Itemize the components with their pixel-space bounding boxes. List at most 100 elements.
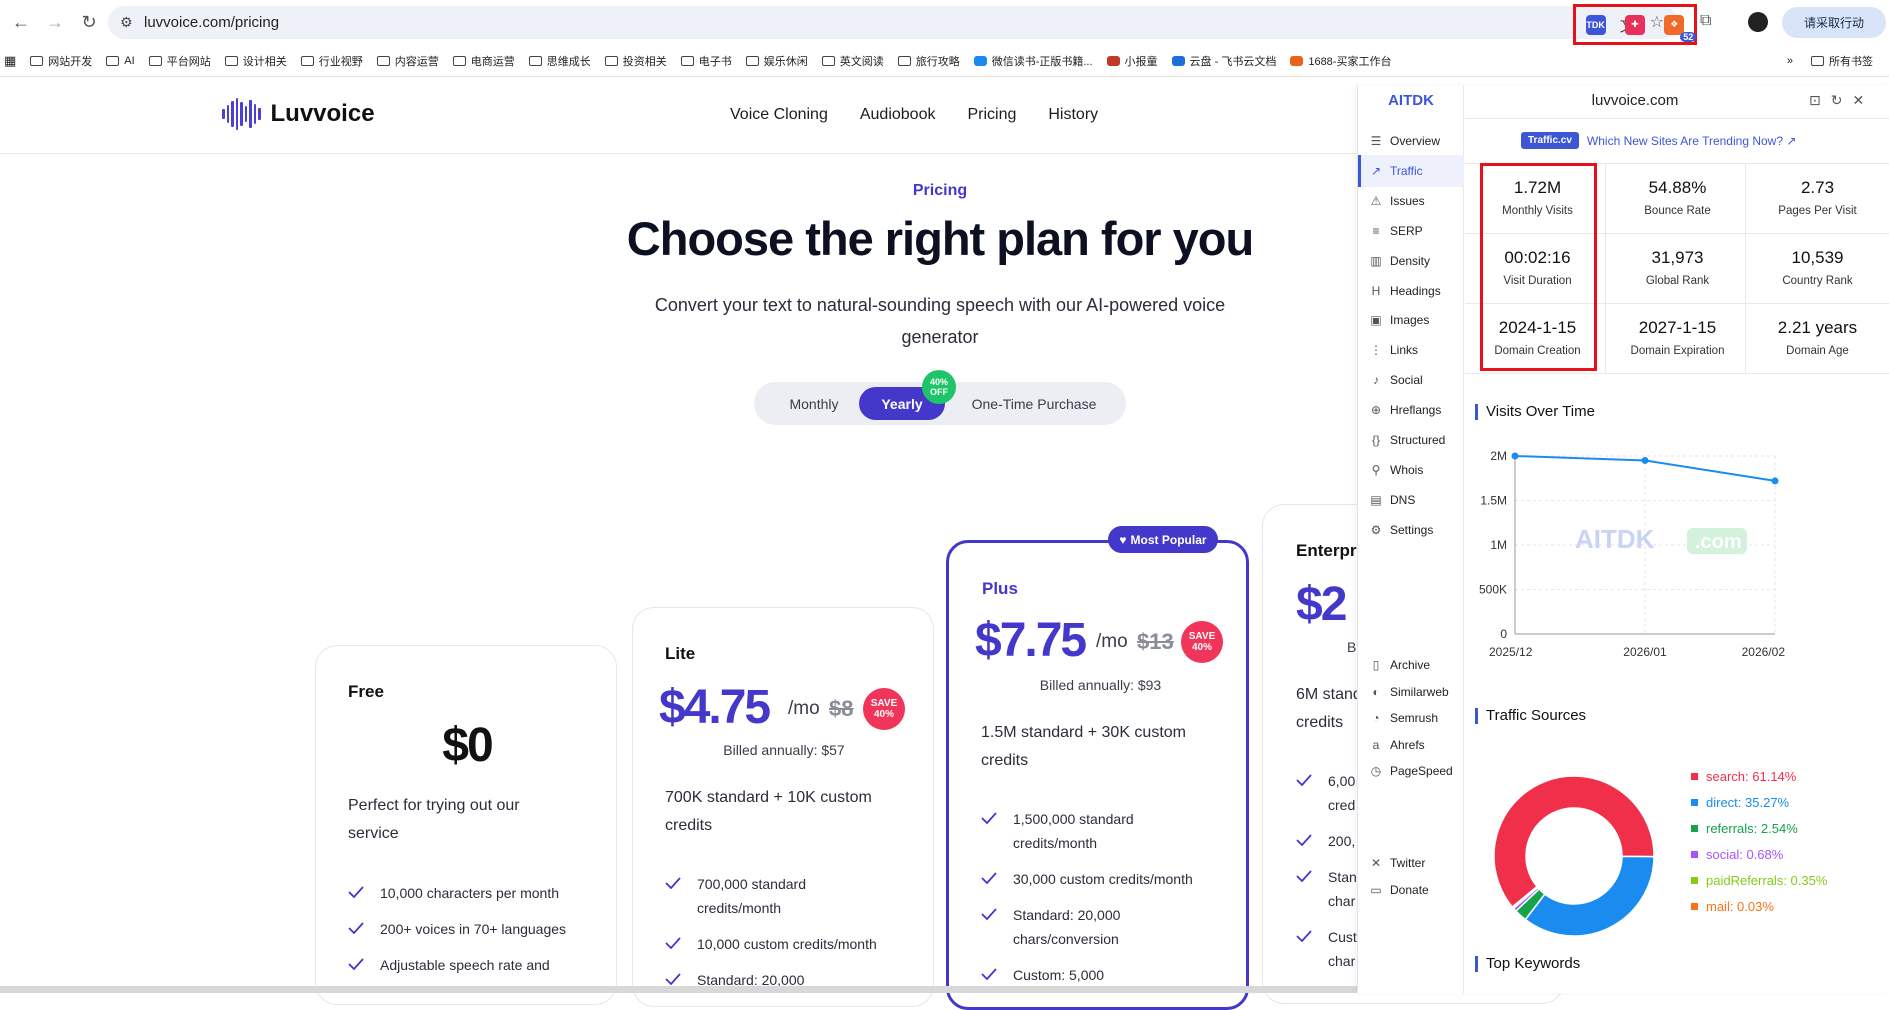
address-bar[interactable]: ⚙ luvvoice.com/pricing 文 ☆ — [108, 6, 1678, 39]
bookmarks-more[interactable]: » — [1787, 55, 1793, 67]
toggle-one-time[interactable]: One-Time Purchase — [954, 387, 1114, 420]
site-info-icon[interactable]: ⚙ — [120, 14, 133, 31]
bookmark-item[interactable]: 小报童 — [1106, 53, 1158, 69]
stat-bounce-rate: 54.88% Bounce Rate — [1610, 163, 1745, 233]
reload-icon[interactable]: ↻ — [76, 10, 102, 36]
legend-swatch — [1691, 825, 1698, 832]
panel-menu-serp[interactable]: ≡ SERP — [1358, 215, 1464, 247]
legend-swatch — [1691, 903, 1698, 910]
panel-menu-social[interactable]: ♪ Social — [1358, 364, 1464, 396]
legend-swatch — [1691, 799, 1698, 806]
feature-text: 10,000 custom credits/month — [697, 936, 877, 952]
stat-label: Global Rank — [1645, 275, 1710, 287]
y-tick-label: 1.5M — [1480, 494, 1507, 508]
donut-slice-direct[interactable] — [1524, 855, 1655, 937]
legend-mail: mail: 0.03% — [1691, 899, 1774, 914]
panel-domain: luvvoice.com — [1591, 92, 1679, 109]
feature-item: 1,500,000 standard credits/month — [981, 807, 1173, 855]
panel-menu-label: Settings — [1390, 522, 1434, 537]
bookmark-item[interactable]: 英文阅读 — [821, 53, 884, 69]
forward-icon[interactable]: → — [42, 10, 68, 36]
bookmark-item[interactable]: 娱乐休闲 — [745, 53, 808, 69]
stat-value: 2027-1-15 — [1638, 318, 1717, 337]
back-icon[interactable]: ← — [8, 10, 34, 36]
bookmark-item[interactable]: 云盘 - 飞书云文档 — [1171, 53, 1276, 69]
visits-line-chart: 0 500K 1M 1.5M 2M 2025/12 2026/01 2026/02 AITDK.… — [1479, 449, 1785, 656]
panel-menu-traffic[interactable]: ↗ Traffic — [1358, 154, 1464, 187]
panel-menu-donate[interactable]: ▭ Donate — [1358, 874, 1464, 906]
stat-global-rank: 31,973 Global Rank — [1610, 233, 1745, 303]
panel-menu-structured[interactable]: {} Structured — [1358, 424, 1464, 456]
bookmark-item[interactable]: 设计相关 — [224, 53, 287, 69]
panel-menu-dns[interactable]: ▤ DNS — [1358, 484, 1464, 516]
check-icon — [1296, 774, 1312, 786]
panel-menu-hreflangs[interactable]: ⊕ Hreflangs — [1358, 394, 1464, 426]
ahrefs-icon: a — [1372, 737, 1380, 752]
bookmark-item[interactable]: 平台网站 — [148, 53, 211, 69]
panel-menu-label: Structured — [1390, 433, 1446, 447]
bookmark-item[interactable]: 电商运营 — [452, 53, 515, 69]
plan-price: $7.75 — [975, 614, 1087, 667]
bookmark-item[interactable]: 微信读书-正版书籍... — [973, 53, 1093, 69]
nav-audiobook[interactable]: Audiobook — [860, 106, 936, 124]
panel-menu-issues[interactable]: ⚠ Issues — [1358, 185, 1464, 217]
url-text: luvvoice.com/pricing — [144, 14, 280, 31]
bookmark-item[interactable]: 电子书 — [680, 53, 732, 69]
trending-link[interactable]: Traffic.cv Which New Sites Are Trending … — [1521, 132, 1796, 149]
extensions-puzzle-icon[interactable]: ⧉ — [1700, 12, 1711, 30]
bookmark-item[interactable]: 思维成长 — [528, 53, 591, 69]
billed-annually: Billed annually: $57 — [723, 742, 845, 758]
nav-pricing[interactable]: Pricing — [967, 106, 1016, 124]
legend-label: search: 61.14% — [1706, 769, 1797, 784]
traffic-sources-donut — [1493, 775, 1655, 937]
nav-history[interactable]: History — [1048, 106, 1098, 124]
pin-icon[interactable]: ⊡ — [1809, 92, 1821, 109]
panel-menu-links[interactable]: ⋮ Links — [1358, 334, 1464, 366]
check-icon — [981, 908, 997, 920]
nav-voice-cloning[interactable]: Voice Cloning — [730, 106, 828, 124]
panel-menu-settings[interactable]: ⚙ Settings — [1358, 514, 1464, 546]
bookmark-item[interactable]: 内容运营 — [376, 53, 439, 69]
profile-avatar[interactable] — [1748, 12, 1768, 32]
save-badge: SAVE 40% — [1181, 621, 1223, 663]
bookmark-item[interactable]: 行业视野 — [300, 53, 363, 69]
apps-grid-icon[interactable]: ▦ — [4, 53, 16, 69]
bookmark-item[interactable]: 1688-买家工作台 — [1290, 53, 1391, 69]
bookmark-item[interactable]: AI — [106, 53, 135, 69]
extension-icon[interactable]: ✚ — [1624, 14, 1645, 35]
aitdk-extension-icon[interactable]: TDK — [1585, 14, 1606, 35]
bookmark-item[interactable]: 投资相关 — [604, 53, 667, 69]
panel-menu-whois[interactable]: ⚲ Whois — [1358, 454, 1464, 486]
panel-menu-overview[interactable]: ☰ Overview — [1358, 125, 1464, 157]
site-logo[interactable]: Luvvoice — [222, 98, 375, 130]
data-point[interactable] — [1511, 452, 1519, 460]
all-bookmarks[interactable]: 所有书签 — [1811, 53, 1873, 69]
action-button[interactable]: 请采取行动 — [1782, 7, 1886, 38]
panel-menu-pagespeed[interactable]: ◷ PageSpeed — [1358, 755, 1464, 787]
legend-paidReferrals: paidReferrals: 0.35% — [1691, 873, 1827, 888]
close-icon[interactable]: ✕ — [1852, 92, 1864, 109]
bookmark-item[interactable]: 旅行攻略 — [897, 53, 960, 69]
check-icon — [665, 877, 681, 889]
y-tick-label: 0 — [1500, 627, 1507, 641]
data-point[interactable] — [1771, 477, 1779, 485]
stat-pages-per-visit: 2.73 Pages Per Visit — [1750, 163, 1885, 233]
toggle-monthly[interactable]: Monthly — [764, 387, 864, 420]
x-tick-label: 2026/01 — [1623, 645, 1667, 656]
extension-icon[interactable]: ❖ 52 — [1664, 14, 1697, 42]
data-point[interactable] — [1641, 456, 1649, 464]
check-icon — [1296, 930, 1312, 942]
panel-menu-headings[interactable]: H Headings — [1358, 275, 1464, 307]
pagespeed-icon: ◷ — [1370, 764, 1382, 779]
traffic-icon: ↗ — [1370, 163, 1382, 178]
folder-icon — [300, 55, 314, 66]
panel-menu-label: Traffic — [1390, 163, 1423, 178]
bookmark-item[interactable]: 网站开发 — [30, 53, 92, 69]
panel-menu-density[interactable]: ▥ Density — [1358, 245, 1464, 277]
bookmarks-bar: ▦ 网站开发 AI 平台网站 设计相关 行业视野 内容运营 电商运营 思维成长 投资相关 电子书 娱… — [0, 45, 1889, 77]
refresh-icon[interactable]: ↻ — [1831, 92, 1843, 109]
headings-icon: H — [1371, 283, 1381, 298]
trend-text: Which New Sites Are Trending Now? ↗ — [1586, 133, 1797, 148]
panel-menu-images[interactable]: ▣ Images — [1358, 304, 1464, 336]
folder-icon — [1290, 55, 1304, 66]
